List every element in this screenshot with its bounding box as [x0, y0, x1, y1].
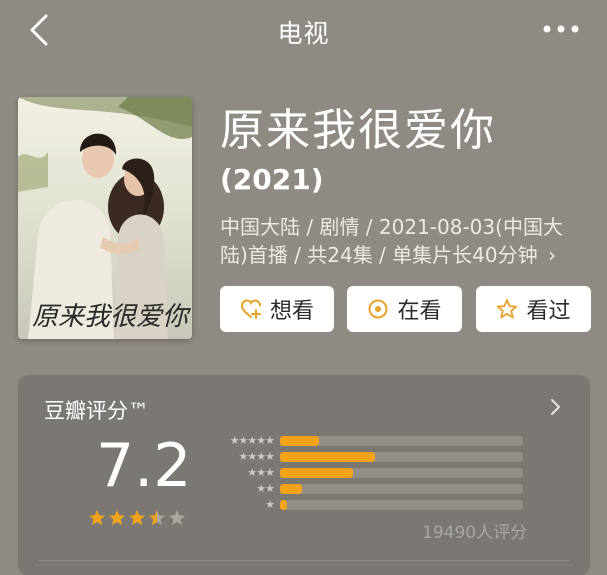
rating-distribution-row: ★★★★	[208, 451, 528, 463]
rating-distribution-bar	[280, 484, 302, 494]
movie-meta-text: 中国大陆 / 剧情 / 2021-08-03(中国大陆)首播 / 共24集 / …	[220, 215, 563, 267]
rating-star	[129, 510, 145, 525]
watched-label: 看过	[526, 299, 571, 324]
rating-distribution-bar	[280, 468, 353, 478]
rating-label: 豆瓣评分™	[44, 399, 149, 423]
watching-label: 在看	[397, 299, 442, 324]
rating-distribution-track	[280, 436, 523, 446]
rating-distribution-bar	[280, 500, 288, 510]
rating-distribution-stars: ★★★★★	[229, 434, 275, 447]
more-dots-icon	[543, 25, 579, 33]
top-bar: 电视	[0, 0, 607, 62]
rating-distribution-track	[280, 500, 523, 510]
rating-distribution-row: ★	[208, 499, 528, 511]
rating-distribution-bar	[280, 436, 319, 446]
svg-text:原来我很爱你: 原来我很爱你	[32, 302, 192, 332]
rating-distribution-row: ★★★★★	[208, 435, 528, 447]
movie-meta[interactable]: 中国大陆 / 剧情 / 2021-08-03(中国大陆)首播 / 共24集 / …	[220, 213, 580, 269]
page-title: 电视	[277, 19, 330, 48]
rating-distribution-track	[280, 468, 523, 478]
watched-button[interactable]: 看过	[476, 286, 591, 332]
poster-illustration: 原来我很爱你	[18, 97, 192, 339]
heart-plus-icon	[240, 298, 262, 320]
rating-score: 7.2	[96, 431, 192, 501]
rating-stars	[88, 508, 208, 532]
rating-card[interactable]: 豆瓣评分™ 7.2 ★★★★★ ★★★★ ★★★ ★★ ★ 19490人评分	[18, 375, 590, 575]
rating-distribution-stars: ★★★	[247, 466, 275, 479]
rating-distribution-bar	[280, 452, 375, 462]
chevron-right-icon[interactable]	[548, 395, 564, 419]
movie-year: (2021)	[220, 163, 324, 196]
movie-title: 原来我很爱你	[220, 105, 496, 156]
watching-circle-icon	[367, 298, 389, 320]
rating-star	[169, 510, 185, 525]
poster-image[interactable]: 原来我很爱你	[18, 97, 192, 339]
rating-distribution-row: ★★	[208, 483, 528, 495]
chevron-right-icon: ›	[547, 243, 556, 267]
rating-distribution-track	[280, 452, 523, 462]
rating-distribution-stars: ★	[265, 498, 275, 511]
rating-star	[149, 510, 165, 525]
divider	[38, 560, 570, 561]
more-options-button[interactable]	[541, 18, 581, 40]
rating-distribution-stars: ★★★★	[238, 450, 275, 463]
rating-distribution-row: ★★★	[208, 467, 528, 479]
want-to-watch-button[interactable]: 想看	[220, 286, 334, 332]
rating-distribution-stars: ★★	[256, 482, 275, 495]
watching-button[interactable]: 在看	[347, 286, 462, 332]
star-outline-icon	[496, 298, 518, 320]
rating-star	[109, 510, 125, 525]
rating-star	[89, 510, 105, 525]
rating-distribution-track	[280, 484, 523, 494]
want-to-watch-label: 想看	[269, 299, 314, 324]
rating-count: 19490人评分	[422, 523, 528, 543]
